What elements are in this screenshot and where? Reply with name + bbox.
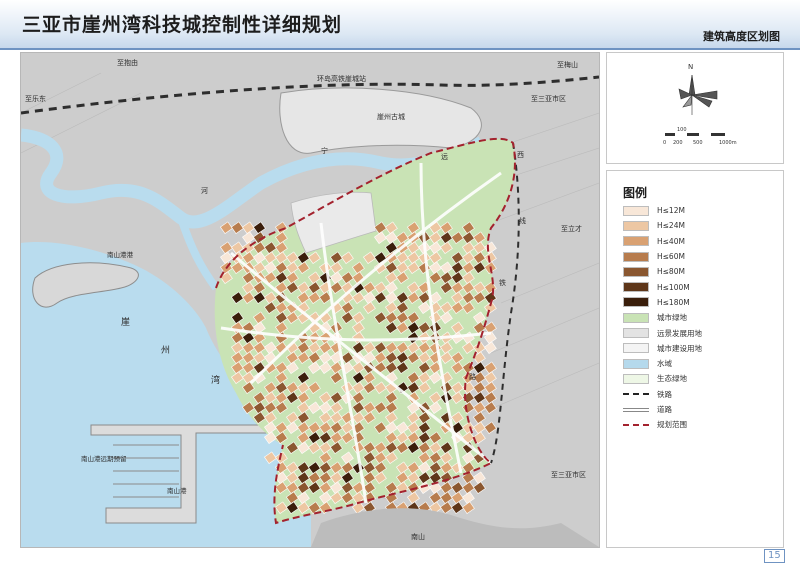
legend-item: 生态绿地 [623,371,702,386]
scale-bar [665,133,725,136]
wind-rose-icon [678,74,718,108]
scale-label-1000: 1000m [719,140,737,146]
legend-swatch [623,205,649,216]
legend-swatch [623,420,649,430]
label-bay-3: 湾 [211,374,220,386]
legend-item: H≤80M [623,264,702,279]
label-old-town: 崖州古城 [377,112,405,121]
page-title: 三亚市崖州湾科技城控制性详细规划 [22,14,343,36]
label-river-2: 远 [441,153,448,161]
legend-item: H≤100M [623,279,702,294]
label-river-1: 宁 [321,146,328,155]
legend-swatch [623,236,649,247]
legend-item: 规划范围 [623,417,702,432]
legend-swatch [623,328,649,339]
map-canvas: 至抱由 至梅山 至乐东 至三亚市区 至立才 至三亚市区 环岛高铁崖城站 崖州古城… [21,53,599,547]
legend-panel: 图例 H≤12M H≤24M H≤40M H≤60M H≤80M H≤100M H≤180M… [606,170,784,548]
compass-rose: N 100 0 200 500 1000m [663,63,737,146]
legend-swatch [623,297,649,308]
legend-item: H≤24M [623,218,702,233]
legend-swatch [623,373,649,384]
planning-map[interactable]: 至抱由 至梅山 至乐东 至三亚市区 至立才 至三亚市区 环岛高铁崖城站 崖州古城… [20,52,600,548]
legend-item: H≤60M [623,249,702,264]
label-station: 环岛高铁崖城站 [317,74,366,83]
legend-label: 铁路 [657,389,672,399]
label-road-s: 路 [469,372,476,381]
legend-label: 水域 [657,359,672,369]
legend-item: 铁路 [623,387,702,402]
label-river-3: 河 [201,187,208,195]
header-divider [0,48,800,50]
label-rail-1: 西 [517,151,524,159]
legend-swatch [623,251,649,262]
label-rail-3: 铁 [499,278,506,287]
label-road-west: 至乐东 [25,94,46,103]
legend-label: H≤80M [657,267,685,277]
legend-label: H≤180M [657,297,690,307]
legend-item: 水域 [623,356,702,371]
legend-item: H≤40M [623,234,702,249]
legend-label: H≤40M [657,236,685,246]
legend-swatch [623,405,649,415]
scale-top-label: 100 [677,127,687,133]
scale-label-200: 200 [673,140,683,146]
legend-item: 道路 [623,402,702,417]
label-bay-2: 州 [161,345,170,356]
legend-list: H≤12M H≤24M H≤40M H≤60M H≤80M H≤100M H≤180M 城市绿… [623,203,702,432]
legend-label: H≤100M [657,282,690,292]
label-south: 南山 [411,532,425,541]
legend-label: 生态绿地 [657,374,687,384]
label-port: 南山港远期预留 [81,454,127,463]
label-road-east-mid: 至立才 [561,224,582,233]
legend-label: H≤12M [657,206,685,216]
label-bay-1: 崖 [121,317,130,328]
legend-label: 城市绿地 [657,313,687,323]
legend-swatch [623,312,649,323]
label-lake: 南山港港 [107,250,134,259]
legend-item: 城市建设用地 [623,341,702,356]
legend-title: 图例 [623,186,648,200]
legend-label: H≤60M [657,252,685,262]
legend-label: 远景发展用地 [657,328,702,338]
legend-item: 远景发展用地 [623,325,702,340]
compass-panel: N 100 0 200 500 1000m [606,52,784,164]
north-label: N [688,63,693,71]
legend-label: 道路 [657,405,672,414]
legend-swatch [623,266,649,277]
map-subtitle: 建筑高度区划图 [703,30,780,43]
page-number: 15 [764,549,785,563]
legend-swatch [623,358,649,369]
legend-swatch [623,343,649,354]
header-banner: 三亚市崖州湾科技城控制性详细规划 建筑高度区划图 [0,0,800,48]
label-port-2: 南山港 [167,486,187,495]
legend-label: H≤24M [657,221,685,231]
legend-swatch [623,282,649,293]
label-road-east-top: 至三亚市区 [531,94,566,103]
legend-item: H≤180M [623,295,702,310]
legend-swatch [623,389,649,399]
legend-label: 城市建设用地 [657,343,702,353]
label-road-east-bottom: 至三亚市区 [551,470,586,479]
scale-label-0: 0 [663,140,666,146]
legend-label: 规划范围 [657,420,687,430]
legend-swatch [623,220,649,231]
label-road-northeast: 至梅山 [557,60,578,69]
label-rail-2: 线 [519,216,526,225]
legend-item: 城市绿地 [623,310,702,325]
scale-label-500: 500 [693,140,703,146]
label-road-north: 至抱由 [117,58,138,67]
legend-item: H≤12M [623,203,702,218]
